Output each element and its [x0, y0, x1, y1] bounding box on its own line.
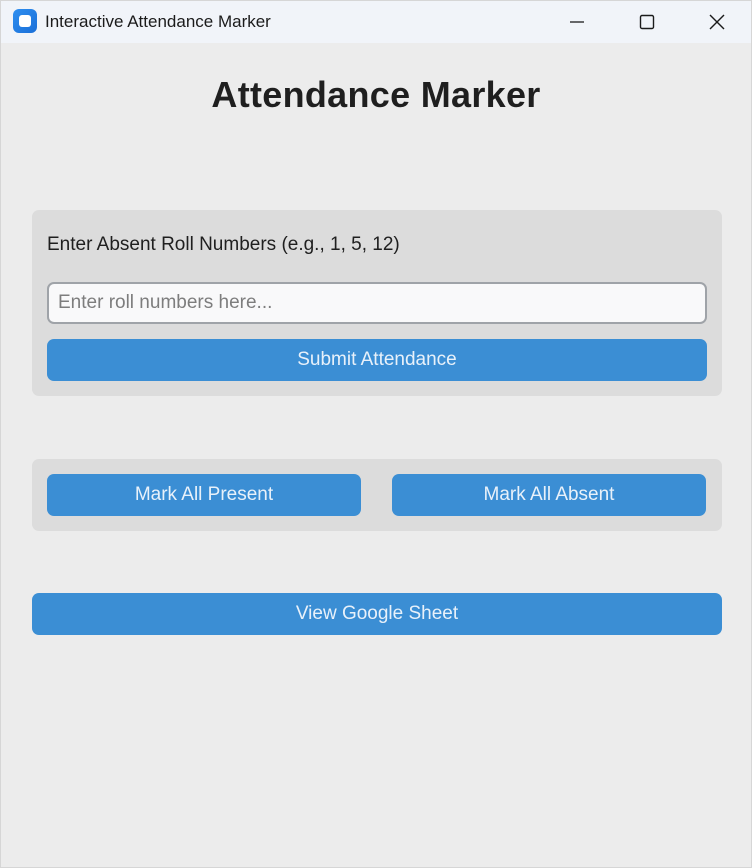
- app-window: Interactive Attendance Marker Attendance…: [0, 0, 752, 868]
- app-icon: [13, 9, 37, 33]
- window-title: Interactive Attendance Marker: [45, 12, 271, 31]
- roll-numbers-input[interactable]: [47, 282, 707, 324]
- absent-roll-label: Enter Absent Roll Numbers (e.g., 1, 5, 1…: [47, 234, 400, 255]
- title-bar[interactable]: Interactive Attendance Marker: [1, 1, 751, 43]
- bulk-actions-panel: Mark All Present Mark All Absent: [32, 459, 722, 531]
- minimize-icon: [570, 21, 584, 23]
- mark-all-present-button[interactable]: Mark All Present: [47, 474, 361, 516]
- minimize-button[interactable]: [542, 1, 612, 43]
- absent-input-panel: Enter Absent Roll Numbers (e.g., 1, 5, 1…: [32, 210, 722, 396]
- maximize-button[interactable]: [612, 1, 682, 43]
- view-google-sheet-button[interactable]: View Google Sheet: [32, 593, 722, 635]
- page-title: Attendance Marker: [211, 74, 541, 115]
- submit-attendance-button[interactable]: Submit Attendance: [47, 339, 707, 381]
- mark-all-absent-button[interactable]: Mark All Absent: [392, 474, 706, 516]
- close-button[interactable]: [682, 1, 752, 43]
- close-icon: [709, 14, 725, 30]
- maximize-icon: [639, 14, 655, 30]
